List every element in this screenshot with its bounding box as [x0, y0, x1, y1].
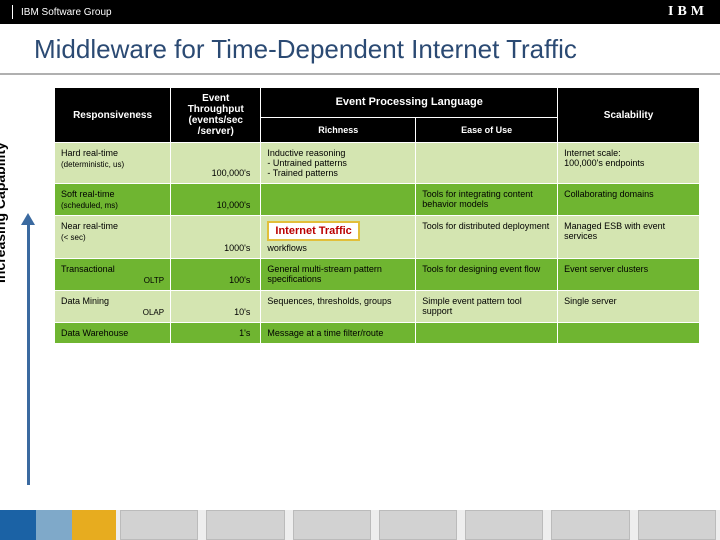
cell-scalability: Event server clusters [558, 259, 700, 291]
header-divider [12, 5, 13, 19]
cell-resp: Transactional OLTP [55, 259, 171, 291]
resp-label: Transactional [61, 264, 115, 274]
cell-ease [416, 143, 558, 184]
cell-resp: Hard real-time (deterministic, us) [55, 143, 171, 184]
col-header-epl-group: Event Processing Language [261, 88, 558, 118]
cell-throughput: 1's [171, 323, 261, 344]
footer-thumbnail [551, 510, 629, 540]
resp-sublabel: (scheduled, ms) [61, 201, 164, 210]
capability-table: Responsiveness Event Throughput (events/… [54, 87, 700, 344]
table-row: Near real-time (< sec) 1000's Internet T… [55, 216, 700, 259]
cell-ease: Simple event pattern tool support [416, 291, 558, 323]
footer-thumbnail [206, 510, 284, 540]
cell-richness: Inductive reasoning - Untrained patterns… [261, 143, 416, 184]
footer-thumbnail [293, 510, 371, 540]
cell-scalability: Collaborating domains [558, 184, 700, 216]
footer-thumbnail [638, 510, 716, 540]
cell-scalability: Single server [558, 291, 700, 323]
ibm-logo: IBM [668, 4, 708, 20]
col-header-ease: Ease of Use [416, 117, 558, 142]
cell-richness [261, 184, 416, 216]
cell-richness: Internet Traffic workflows [261, 216, 416, 259]
resp-label: Near real-time [61, 221, 118, 231]
resp-label: Hard real-time [61, 148, 118, 158]
cell-resp: Data Warehouse [55, 323, 171, 344]
cell-ease: Tools for integrating content behavior m… [416, 184, 558, 216]
internet-traffic-badge: Internet Traffic [267, 221, 359, 241]
throughput-unit: (events/sec /server) [189, 115, 243, 137]
richness-extra: workflows [267, 243, 307, 253]
resp-sublabel: OLAP [61, 308, 164, 317]
cell-resp: Data Mining OLAP [55, 291, 171, 323]
y-axis-label: Increasing Capability [0, 142, 8, 283]
table-row: Hard real-time (deterministic, us) 100,0… [55, 143, 700, 184]
resp-sublabel: OLTP [61, 276, 164, 285]
col-header-richness: Richness [261, 117, 416, 142]
resp-label: Data Warehouse [61, 328, 128, 338]
slide-title: Middleware for Time-Dependent Internet T… [0, 24, 720, 75]
resp-sublabel: (deterministic, us) [61, 160, 164, 169]
col-header-scalability: Scalability [558, 88, 700, 143]
table-row: Transactional OLTP 100's General multi-s… [55, 259, 700, 291]
cell-ease [416, 323, 558, 344]
cell-throughput: 1000's [171, 216, 261, 259]
y-axis-arrow [18, 213, 38, 513]
table-row: Data Warehouse 1's Message at a time fil… [55, 323, 700, 344]
header-group-label: IBM Software Group [21, 7, 112, 18]
cell-throughput: 10,000's [171, 184, 261, 216]
footer-block-gold [72, 510, 116, 540]
cell-richness: Message at a time filter/route [261, 323, 416, 344]
cell-throughput: 100,000's [171, 143, 261, 184]
footer-thumbnail [465, 510, 543, 540]
footer-block-lightblue [36, 510, 72, 540]
cell-scalability [558, 323, 700, 344]
resp-sublabel: (< sec) [61, 233, 164, 242]
cell-throughput: 100's [171, 259, 261, 291]
footer-block-blue [0, 510, 36, 540]
col-header-throughput: Event Throughput (events/sec /server) [171, 88, 261, 143]
resp-label: Data Mining [61, 296, 109, 306]
header-bar: IBM Software Group IBM [0, 0, 720, 24]
col-header-responsiveness: Responsiveness [55, 88, 171, 143]
cell-ease: Tools for distributed deployment [416, 216, 558, 259]
footer-thumbnail [379, 510, 457, 540]
cell-throughput: 10's [171, 291, 261, 323]
cell-scalability: Managed ESB with event services [558, 216, 700, 259]
cell-resp: Near real-time (< sec) [55, 216, 171, 259]
cell-resp: Soft real-time (scheduled, ms) [55, 184, 171, 216]
content-area: Increasing Capability Responsiveness Eve… [0, 83, 720, 523]
table-row: Data Mining OLAP 10's Sequences, thresho… [55, 291, 700, 323]
throughput-label: Event Throughput [188, 93, 244, 115]
table-row: Soft real-time (scheduled, ms) 10,000's … [55, 184, 700, 216]
resp-label: Soft real-time [61, 189, 115, 199]
cell-richness: General multi-stream pattern specificati… [261, 259, 416, 291]
footer-thumbnail [120, 510, 198, 540]
footer-bar [0, 510, 720, 540]
cell-scalability: Internet scale: 100,000's endpoints [558, 143, 700, 184]
cell-ease: Tools for designing event flow [416, 259, 558, 291]
cell-richness: Sequences, thresholds, groups [261, 291, 416, 323]
